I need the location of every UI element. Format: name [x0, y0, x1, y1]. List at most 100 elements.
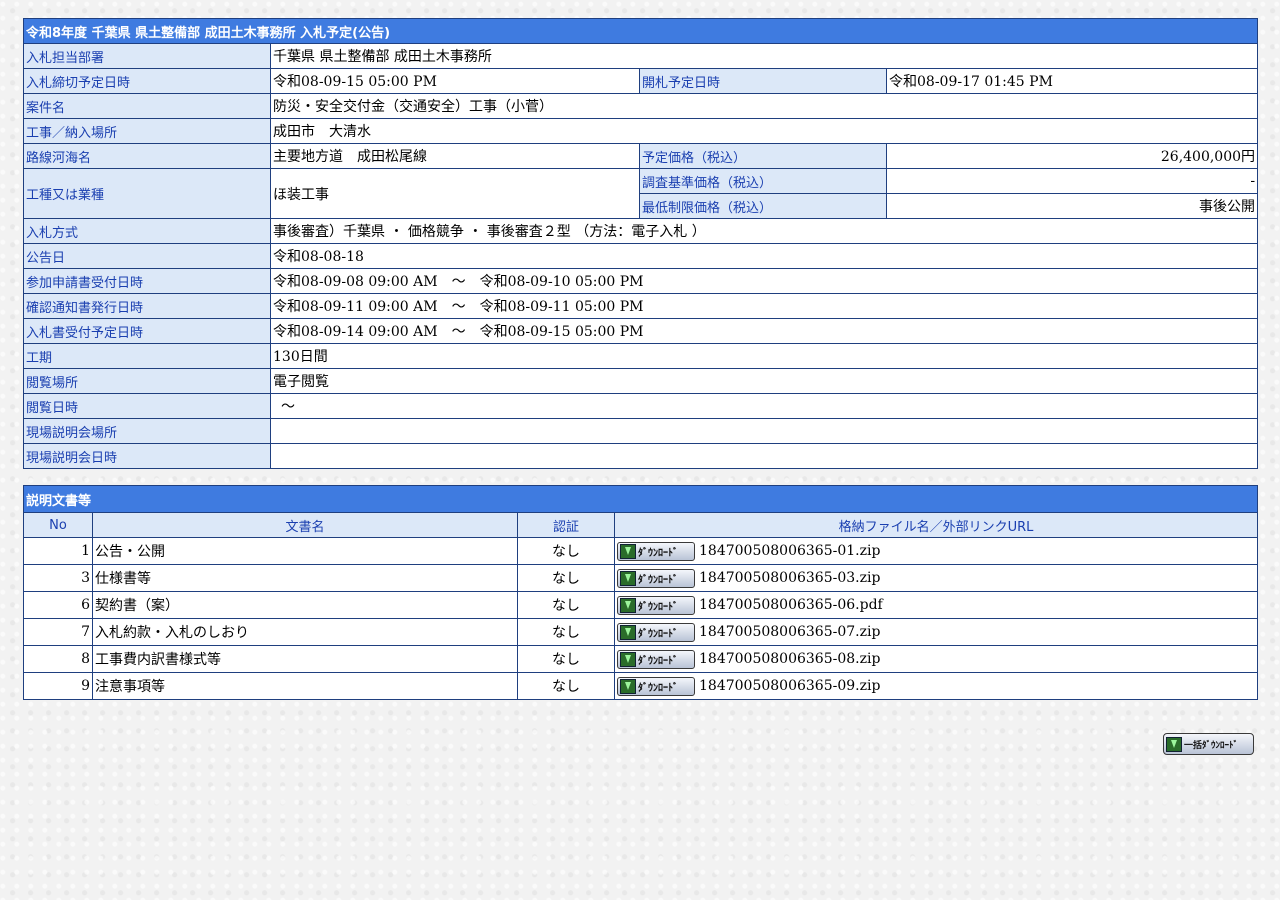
- value-location: 成田市 大清水: [269, 118, 1259, 144]
- doc-row: 1 公告・公開 なし ﾀﾞｳﾝﾛｰﾄﾞ 184700508006365-01.zip: [23, 537, 1259, 565]
- download-icon: [620, 651, 636, 667]
- bid-info-table: 令和8年度 千葉県 県土整備部 成田土木事務所 入札予定(公告) 入札担当部署 …: [22, 18, 1259, 469]
- label-route: 路線河海名: [23, 143, 271, 169]
- value-view-place: 電子閲覧: [269, 368, 1259, 394]
- label-confirm-issue: 確認通知書発行日時: [23, 293, 271, 319]
- download-button[interactable]: ﾀﾞｳﾝﾛｰﾄﾞ: [617, 622, 695, 642]
- doc-file-cell: ﾀﾞｳﾝﾛｰﾄﾞ 184700508006365-06.pdf: [613, 591, 1259, 619]
- bulk-download-button[interactable]: 一括ﾀﾞｳﾝﾛｰﾄﾞ: [1163, 733, 1254, 755]
- doc-no: 8: [23, 645, 93, 673]
- col-header-name: 文書名: [92, 512, 518, 538]
- download-icon: [620, 597, 636, 613]
- download-label: ﾀﾞｳﾝﾛｰﾄﾞ: [638, 628, 678, 640]
- label-view-date: 閲覧日時: [23, 393, 271, 419]
- label-notice-date: 公告日: [23, 243, 271, 269]
- docs-table: 説明文書等 No 文書名 認証 格納ファイル名／外部リンクURL 1 公告・公開な…: [22, 485, 1259, 700]
- doc-file-cell: ﾀﾞｳﾝﾛｰﾄﾞ 184700508006365-01.zip: [613, 537, 1259, 565]
- label-location: 工事／納入場所: [23, 118, 271, 144]
- doc-cert: なし: [517, 564, 615, 592]
- download-icon: [620, 678, 636, 694]
- value-case-name: 防災・安全交付金（交通安全）工事（小菅）: [269, 93, 1259, 119]
- value-dept: 千葉県 県土整備部 成田土木事務所: [269, 43, 1259, 69]
- bulk-download-label: 一括ﾀﾞｳﾝﾛｰﾄﾞ: [1184, 740, 1239, 751]
- file-name: 184700508006365-01.zip: [699, 543, 881, 559]
- download-button[interactable]: ﾀﾞｳﾝﾛｰﾄﾞ: [617, 649, 695, 669]
- download-label: ﾀﾞｳﾝﾛｰﾄﾞ: [638, 547, 678, 559]
- doc-no: 9: [23, 672, 93, 700]
- value-deadline: 令和08-09-15 05:00 PM: [270, 68, 640, 94]
- download-icon: [620, 543, 636, 559]
- col-header-file: 格納ファイル名／外部リンクURL: [613, 512, 1259, 538]
- value-min-price: 事後公開: [885, 193, 1259, 219]
- doc-cert: なし: [517, 672, 615, 700]
- doc-file-cell: ﾀﾞｳﾝﾛｰﾄﾞ 184700508006365-03.zip: [613, 564, 1259, 592]
- page: 令和8年度 千葉県 県土整備部 成田土木事務所 入札予定(公告) 入札担当部署 …: [22, 18, 1259, 700]
- download-label: ﾀﾞｳﾝﾛｰﾄﾞ: [638, 574, 678, 586]
- doc-file-cell: ﾀﾞｳﾝﾛｰﾄﾞ 184700508006365-09.zip: [613, 672, 1259, 700]
- download-label: ﾀﾞｳﾝﾛｰﾄﾞ: [638, 655, 678, 667]
- label-site-place: 現場説明会場所: [23, 418, 271, 444]
- doc-cert: なし: [517, 591, 615, 619]
- label-method: 入札方式: [23, 218, 271, 244]
- doc-file-cell: ﾀﾞｳﾝﾛｰﾄﾞ 184700508006365-08.zip: [613, 645, 1259, 673]
- download-button[interactable]: ﾀﾞｳﾝﾛｰﾄﾞ: [617, 595, 695, 615]
- docs-title: 説明文書等: [22, 485, 1259, 513]
- doc-no: 3: [23, 564, 93, 592]
- label-view-place: 閲覧場所: [23, 368, 271, 394]
- doc-row: 6 契約書（案） なし ﾀﾞｳﾝﾛｰﾄﾞ 184700508006365-06.pdf: [23, 591, 1259, 619]
- label-app-accept: 参加申請書受付日時: [23, 268, 271, 294]
- download-label: ﾀﾞｳﾝﾛｰﾄﾞ: [638, 682, 678, 694]
- value-work-type: ほ装工事: [270, 168, 640, 219]
- value-app-accept: 令和08-09-08 09:00 AM ～ 令和08-09-10 05:00 P…: [269, 268, 1259, 294]
- value-view-date: ～: [269, 393, 1259, 419]
- download-label: ﾀﾞｳﾝﾛｰﾄﾞ: [638, 601, 678, 613]
- label-dept: 入札担当部署: [23, 43, 271, 69]
- doc-rows: 1 公告・公開 なし ﾀﾞｳﾝﾛｰﾄﾞ 184700508006365-01.zip 3 仕…: [23, 537, 1259, 700]
- doc-no: 7: [23, 618, 93, 646]
- value-planned-price: 26,400,000円: [885, 143, 1259, 169]
- value-opening: 令和08-09-17 01:45 PM: [885, 68, 1259, 94]
- download-button[interactable]: ﾀﾞｳﾝﾛｰﾄﾞ: [617, 568, 695, 588]
- label-case-name: 案件名: [23, 93, 271, 119]
- file-name: 184700508006365-03.zip: [699, 570, 881, 586]
- doc-name: 仕様書等: [92, 564, 518, 592]
- label-deadline: 入札締切予定日時: [23, 68, 271, 94]
- download-icon: [620, 570, 636, 586]
- file-name: 184700508006365-08.zip: [699, 651, 881, 667]
- doc-no: 1: [23, 537, 93, 565]
- label-work-type: 工種又は業種: [23, 168, 271, 219]
- doc-name: 公告・公開: [92, 537, 518, 565]
- doc-cert: なし: [517, 645, 615, 673]
- doc-row: 3 仕様書等 なし ﾀﾞｳﾝﾛｰﾄﾞ 184700508006365-03.zip: [23, 564, 1259, 592]
- value-survey-price: -: [885, 168, 1259, 194]
- download-icon: [1166, 736, 1182, 752]
- doc-name: 注意事項等: [92, 672, 518, 700]
- label-survey-price: 調査基準価格（税込）: [639, 168, 887, 194]
- label-period: 工期: [23, 343, 271, 369]
- label-opening: 開札予定日時: [639, 68, 887, 94]
- col-header-no: No: [23, 512, 93, 538]
- doc-row: 7 入札約款・入札のしおり なし ﾀﾞｳﾝﾛｰﾄﾞ 184700508006365-07…: [23, 618, 1259, 646]
- doc-row: 8 工事費内訳書様式等 なし ﾀﾞｳﾝﾛｰﾄﾞ 184700508006365-08.z…: [23, 645, 1259, 673]
- value-method: 事後審査）千葉県 ・ 価格競争 ・ 事後審査２型 （方法：電子入札 ）: [269, 218, 1259, 244]
- value-confirm-issue: 令和08-09-11 09:00 AM ～ 令和08-09-11 05:00 P…: [269, 293, 1259, 319]
- bid-info-title: 令和8年度 千葉県 県土整備部 成田土木事務所 入札予定(公告): [22, 18, 1259, 44]
- label-planned-price: 予定価格（税込）: [639, 143, 887, 169]
- file-name: 184700508006365-06.pdf: [699, 597, 883, 613]
- col-header-cert: 認証: [517, 512, 615, 538]
- label-min-price: 最低制限価格（税込）: [639, 193, 887, 219]
- download-icon: [620, 624, 636, 640]
- doc-cert: なし: [517, 537, 615, 565]
- doc-no: 6: [23, 591, 93, 619]
- doc-file-cell: ﾀﾞｳﾝﾛｰﾄﾞ 184700508006365-07.zip: [613, 618, 1259, 646]
- label-bid-accept: 入札書受付予定日時: [23, 318, 271, 344]
- download-button[interactable]: ﾀﾞｳﾝﾛｰﾄﾞ: [617, 676, 695, 696]
- value-route: 主要地方道 成田松尾線: [270, 143, 640, 169]
- download-button[interactable]: ﾀﾞｳﾝﾛｰﾄﾞ: [617, 541, 695, 561]
- doc-name: 契約書（案）: [92, 591, 518, 619]
- doc-cert: なし: [517, 618, 615, 646]
- value-period: 130日間: [269, 343, 1259, 369]
- doc-name: 入札約款・入札のしおり: [92, 618, 518, 646]
- value-site-place: [269, 418, 1259, 444]
- value-site-date: [269, 443, 1259, 469]
